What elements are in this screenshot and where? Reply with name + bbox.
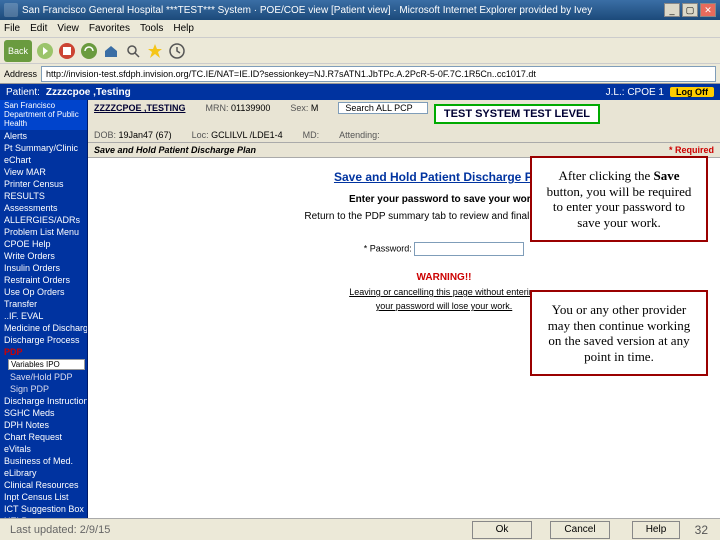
window-titlebar: San Francisco General Hospital ***TEST**… — [0, 0, 720, 20]
sidebar-item[interactable]: CPOE Help — [0, 238, 87, 250]
window-buttons: _ ▢ ✕ — [664, 3, 716, 17]
sidebar-item[interactable]: Alerts — [0, 130, 87, 142]
sidebar-item[interactable]: Business of Med. — [0, 455, 87, 467]
password-label: * Password: — [364, 243, 412, 253]
required-indicator: * Required — [669, 145, 714, 155]
password-row: * Password: — [188, 242, 700, 256]
back-button[interactable]: Back — [4, 40, 32, 62]
sidebar-item[interactable]: Discharge Instructions — [0, 395, 87, 407]
menu-view[interactable]: View — [57, 23, 79, 34]
sidebar-item[interactable]: ALLERGIES/ADRs — [0, 214, 87, 226]
sidebar-item[interactable]: Inpt Census List — [0, 491, 87, 503]
sidebar: San Francisco Department of Public Healt… — [0, 100, 88, 518]
menu-tools[interactable]: Tools — [140, 23, 163, 34]
help-button[interactable]: Help — [632, 521, 680, 539]
application-shell: Patient: Zzzzcpoe ,Testing J.L.: CPOE 1 … — [0, 84, 720, 518]
sidebar-item[interactable]: eChart — [0, 154, 87, 166]
sidebar-item[interactable]: Clinical Resources — [0, 479, 87, 491]
sidebar-item[interactable]: Save/Hold PDP — [0, 371, 87, 383]
patient-name-header: Zzzzcpoe ,Testing — [46, 87, 131, 98]
warning-heading: WARNING!! — [188, 272, 700, 283]
slide-number: 32 — [695, 523, 708, 537]
cancel-button[interactable]: Cancel — [550, 521, 610, 539]
sidebar-item[interactable]: PDP — [0, 346, 87, 358]
sidebar-item[interactable]: eLibrary — [0, 467, 87, 479]
maximize-button[interactable]: ▢ — [682, 3, 698, 17]
password-input[interactable] — [414, 242, 524, 256]
callout-save-password: After clicking the Save button, you will… — [530, 156, 708, 242]
home-icon[interactable] — [102, 42, 120, 60]
address-input[interactable] — [41, 66, 716, 82]
sidebar-item[interactable]: DPH Notes — [0, 419, 87, 431]
favorites-icon[interactable] — [146, 42, 164, 60]
sidebar-item[interactable]: Write Orders — [0, 250, 87, 262]
sidebar-item[interactable]: Printer Census — [0, 178, 87, 190]
menu-file[interactable]: File — [4, 23, 20, 34]
sidebar-item[interactable]: Restraint Orders — [0, 274, 87, 286]
sidebar-item[interactable]: Chart Request — [0, 431, 87, 443]
app-icon — [4, 3, 18, 17]
patient-name[interactable]: ZZZZCPOE ,TESTING — [94, 103, 186, 113]
stop-icon[interactable] — [58, 42, 76, 60]
history-icon[interactable] — [168, 42, 186, 60]
callout-continue-later: You or any other provider may then conti… — [530, 290, 708, 376]
search-icon[interactable] — [124, 42, 142, 60]
sidebar-item[interactable]: Variables IPO — [8, 359, 85, 370]
sidebar-item[interactable]: View MAR — [0, 166, 87, 178]
logoff-button[interactable]: Log Off — [670, 87, 714, 97]
refresh-icon[interactable] — [80, 42, 98, 60]
sidebar-item[interactable]: Transfer — [0, 298, 87, 310]
forward-icon[interactable] — [36, 42, 54, 60]
brand-block: San Francisco Department of Public Healt… — [0, 100, 87, 130]
sidebar-item[interactable]: Assessments — [0, 202, 87, 214]
patient-label: Patient: — [6, 87, 40, 98]
footer-bar: Last updated: 2/9/15 Ok Cancel Help 32 — [0, 518, 720, 540]
app-header: Patient: Zzzzcpoe ,Testing J.L.: CPOE 1 … — [0, 84, 720, 100]
sidebar-item[interactable]: eVitals — [0, 443, 87, 455]
last-updated: Last updated: 2/9/15 — [10, 524, 110, 536]
main-panel: ZZZZCPOE ,TESTING MRN: 01139900 Sex: M S… — [88, 100, 720, 518]
user-label: J.L.: CPOE 1 — [606, 87, 664, 98]
address-label: Address — [4, 69, 37, 79]
sidebar-item[interactable]: ..IF. EVAL — [0, 310, 87, 322]
sidebar-item[interactable]: Use Op Orders — [0, 286, 87, 298]
menu-edit[interactable]: Edit — [30, 23, 47, 34]
ok-button[interactable]: Ok — [472, 521, 532, 539]
sidebar-item[interactable]: SGHC Meds — [0, 407, 87, 419]
patient-info-bar: ZZZZCPOE ,TESTING MRN: 01139900 Sex: M S… — [88, 100, 720, 143]
sidebar-item[interactable]: Insulin Orders — [0, 262, 87, 274]
menubar: File Edit View Favorites Tools Help — [0, 20, 720, 38]
sidebar-item[interactable]: Problem List Menu — [0, 226, 87, 238]
sidebar-item[interactable]: RESULTS — [0, 190, 87, 202]
menu-help[interactable]: Help — [173, 23, 194, 34]
sidebar-list: AlertsPt Summary/CliniceChartView MARPri… — [0, 130, 87, 518]
minimize-button[interactable]: _ — [664, 3, 680, 17]
sidebar-item[interactable]: Sign PDP — [0, 383, 87, 395]
close-button[interactable]: ✕ — [700, 3, 716, 17]
sidebar-item[interactable]: Pt Summary/Clinic — [0, 142, 87, 154]
pcp-search-input[interactable]: Search ALL PCP — [338, 102, 428, 114]
browser-toolbar: Back — [0, 38, 720, 64]
window-title: San Francisco General Hospital ***TEST**… — [22, 5, 592, 16]
sidebar-item[interactable]: Medicine of Discharge — [0, 322, 87, 334]
sidebar-item[interactable]: Discharge Process — [0, 334, 87, 346]
test-system-banner: TEST SYSTEM TEST LEVEL — [434, 104, 600, 124]
document-title: Save and Hold Patient Discharge Plan — [94, 145, 256, 155]
menu-favorites[interactable]: Favorites — [89, 23, 130, 34]
address-bar: Address — [0, 64, 720, 84]
sidebar-item[interactable]: ICT Suggestion Box — [0, 503, 87, 515]
